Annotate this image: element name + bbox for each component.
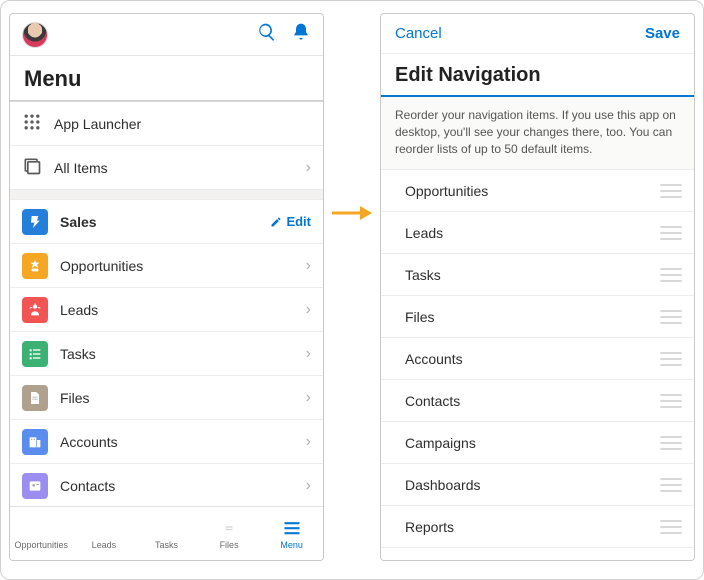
nav-item-accounts[interactable]: Accounts › <box>10 420 323 464</box>
chevron-right-icon: › <box>306 159 311 177</box>
drag-handle-icon[interactable] <box>660 520 682 534</box>
tasks-icon <box>22 341 48 367</box>
tab-label: Files <box>220 540 239 550</box>
reorder-item-label: Accounts <box>405 351 648 367</box>
nav-item-label: Accounts <box>60 434 294 450</box>
sales-icon <box>22 209 48 235</box>
opportunities-icon <box>22 253 48 279</box>
edit-title-row: Edit Navigation <box>381 54 694 95</box>
tab-label: Tasks <box>155 540 178 550</box>
menu-screen: Menu App Launcher All Items › <box>9 13 324 561</box>
chevron-right-icon: › <box>306 345 311 363</box>
drag-handle-icon[interactable] <box>660 352 682 366</box>
row-sales-app[interactable]: Sales Edit <box>10 200 323 244</box>
topbar <box>10 14 323 56</box>
nav-item-label: Leads <box>60 302 294 318</box>
nav-item-label: Files <box>60 390 294 406</box>
reorder-item-label: Reports <box>405 519 648 535</box>
nav-item-files[interactable]: Files › <box>10 376 323 420</box>
row-all-items[interactable]: All Items › <box>10 146 323 190</box>
nav-item-label: Tasks <box>60 346 294 362</box>
reorder-item-files[interactable]: Files <box>381 296 694 338</box>
reorder-item-label: Campaigns <box>405 435 648 451</box>
reorder-list[interactable]: Opportunities Leads Tasks Files Accounts Cont… <box>381 170 694 560</box>
row-label: Sales <box>60 214 258 230</box>
help-text: Reorder your navigation items. If you us… <box>381 97 694 170</box>
cancel-button[interactable]: Cancel <box>395 25 442 42</box>
reorder-item-tasks[interactable]: Tasks <box>381 254 694 296</box>
grid-icon <box>22 112 42 135</box>
nav-item-contacts[interactable]: Contacts › <box>10 464 323 506</box>
tab-label: Opportunities <box>15 540 69 550</box>
reorder-item-dashboards[interactable]: Dashboards <box>381 464 694 506</box>
reorder-item-reports[interactable]: Reports <box>381 506 694 548</box>
drag-handle-icon[interactable] <box>660 478 682 492</box>
tab-menu[interactable]: Menu <box>260 507 323 560</box>
reorder-item-campaigns[interactable]: Campaigns <box>381 422 694 464</box>
bell-icon[interactable] <box>291 22 311 47</box>
drag-handle-icon[interactable] <box>660 268 682 282</box>
reorder-item-label: Files <box>405 309 648 325</box>
search-icon[interactable] <box>257 22 277 47</box>
row-label: All Items <box>54 160 294 176</box>
reorder-item-accounts[interactable]: Accounts <box>381 338 694 380</box>
nav-item-label: Contacts <box>60 478 294 494</box>
chevron-right-icon: › <box>306 389 311 407</box>
chevron-right-icon: › <box>306 433 311 451</box>
tab-label: Menu <box>280 540 303 550</box>
nav-item-label: Opportunities <box>60 258 294 274</box>
nav-item-leads[interactable]: Leads › <box>10 288 323 332</box>
nav-item-opportunities[interactable]: Opportunities › <box>10 244 323 288</box>
drag-handle-icon[interactable] <box>660 394 682 408</box>
bottom-tabbar: Opportunities Leads Tasks Files Menu <box>10 506 323 560</box>
edit-link[interactable]: Edit <box>270 214 311 229</box>
reorder-item-label: Dashboards <box>405 477 648 493</box>
avatar[interactable] <box>22 22 48 48</box>
reorder-item-contacts[interactable]: Contacts <box>381 380 694 422</box>
drag-handle-icon[interactable] <box>660 436 682 450</box>
reorder-item-label: Tasks <box>405 267 648 283</box>
save-button[interactable]: Save <box>645 25 680 42</box>
tab-opportunities[interactable]: Opportunities <box>10 507 73 560</box>
nav-item-tasks[interactable]: Tasks › <box>10 332 323 376</box>
contacts-icon <box>22 473 48 499</box>
chevron-right-icon: › <box>306 301 311 319</box>
reorder-item-chatter[interactable]: Chatter <box>381 548 694 560</box>
page-title: Menu <box>24 66 309 92</box>
drag-handle-icon[interactable] <box>660 184 682 198</box>
reorder-item-label: Opportunities <box>405 183 648 199</box>
drag-handle-icon[interactable] <box>660 310 682 324</box>
row-label: App Launcher <box>54 116 311 132</box>
tab-tasks[interactable]: Tasks <box>135 507 198 560</box>
menu-list[interactable]: App Launcher All Items › Sales Edit <box>10 102 323 506</box>
drag-handle-icon[interactable] <box>660 226 682 240</box>
stack-icon <box>22 156 42 179</box>
reorder-item-leads[interactable]: Leads <box>381 212 694 254</box>
reorder-item-label: Contacts <box>405 393 648 409</box>
accounts-icon <box>22 429 48 455</box>
tab-files[interactable]: Files <box>198 507 261 560</box>
chevron-right-icon: › <box>306 257 311 275</box>
tab-leads[interactable]: Leads <box>73 507 136 560</box>
page-title-row: Menu <box>10 56 323 100</box>
files-icon <box>22 385 48 411</box>
chevron-right-icon: › <box>306 477 311 495</box>
arrow-icon <box>332 13 372 223</box>
row-app-launcher[interactable]: App Launcher <box>10 102 323 146</box>
reorder-item-label: Leads <box>405 225 648 241</box>
edit-navigation-screen: Cancel Save Edit Navigation Reorder your… <box>380 13 695 561</box>
edit-title: Edit Navigation <box>395 64 680 87</box>
leads-icon <box>22 297 48 323</box>
edit-header: Cancel Save <box>381 14 694 54</box>
tab-label: Leads <box>92 540 117 550</box>
reorder-item-opportunities[interactable]: Opportunities <box>381 170 694 212</box>
